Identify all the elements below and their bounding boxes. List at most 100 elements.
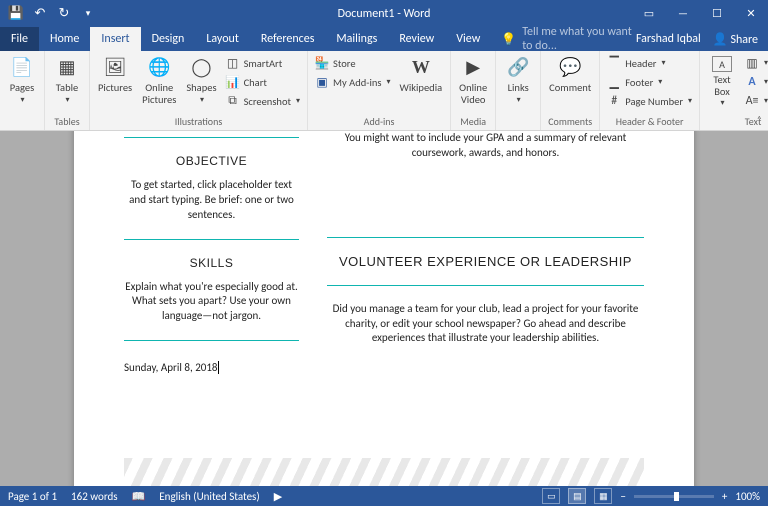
document-canvas[interactable]: OBJECTIVE To get started, click placehol… [0,131,768,486]
statusbar: Page 1 of 1 162 words 📖 English (United … [0,486,768,506]
collapse-ribbon-icon[interactable]: ˄ [757,113,762,126]
group-label: Tables [49,115,85,130]
footer-button[interactable]: ▁Footer▾ [604,73,695,91]
skills-heading[interactable]: SKILLS [124,256,299,270]
zoom-slider[interactable] [634,495,714,498]
minimize-icon[interactable]: — [666,0,700,27]
group-comments: 💬Comment Comments [541,51,600,130]
page-indicator[interactable]: Page 1 of 1 [8,490,57,503]
pictures-button[interactable]: 🖼Pictures [94,54,136,96]
store-button[interactable]: 🏪Store [312,54,393,72]
picture-icon: 🖼 [103,56,127,80]
zoom-in-icon[interactable]: + [722,490,727,503]
shapes-button[interactable]: ◯Shapes▾ [182,54,220,106]
page-number-button[interactable]: #Page Number▾ [604,92,695,110]
online-video-button[interactable]: ▶Online Video [455,54,491,107]
word-count[interactable]: 162 words [71,490,118,503]
group-label: Add-ins [312,115,446,130]
tab-review[interactable]: Review [388,27,445,51]
group-tables: ▦Table▾ Tables [45,51,90,130]
macro-icon[interactable]: ▶ [274,490,282,503]
tab-mailings[interactable]: Mailings [325,27,388,51]
window-controls: ▭ — ☐ ✕ [632,0,768,27]
divider [327,285,644,286]
wikipedia-button[interactable]: WWikipedia [396,54,447,96]
print-layout-icon[interactable]: ▤ [568,488,586,504]
left-column: OBJECTIVE To get started, click placehol… [124,131,299,486]
close-icon[interactable]: ✕ [734,0,768,27]
divider [124,137,299,138]
read-mode-icon[interactable]: ▭ [542,488,560,504]
date-field[interactable]: Sunday, April 8, 2018 [124,357,299,374]
wordart-icon: A [745,75,759,89]
dropcap-icon: A≡ [745,94,759,108]
online-pictures-button[interactable]: 🌐Online Pictures [138,54,180,107]
parts-icon: ▥ [745,56,759,70]
zoom-out-icon[interactable]: − [620,490,625,503]
tab-references[interactable]: References [250,27,326,51]
tab-home[interactable]: Home [39,27,90,51]
page-icon: 📄 [10,56,34,80]
share-button[interactable]: 👤 Share [713,32,758,47]
table-button[interactable]: ▦Table▾ [49,54,85,106]
tab-file[interactable]: File [0,27,39,51]
tellme-search[interactable]: 💡 Tell me what you want to do... [491,27,636,51]
ribbon: 📄Pages▾ . ▦Table▾ Tables 🖼Pictures 🌐Onli… [0,51,768,131]
lightbulb-icon: 💡 [501,32,516,47]
group-pages: 📄Pages▾ . [0,51,45,130]
footer-icon: ▁ [607,75,621,89]
tab-layout[interactable]: Layout [195,27,250,51]
top-body[interactable]: You might want to include your GPA and a… [327,131,644,161]
link-icon: 🔗 [506,56,530,80]
qat-customize-icon[interactable]: ▾ [78,4,98,24]
drop-cap-button[interactable]: A≡▾ [742,92,768,110]
group-links: 🔗Links▾ . [496,51,541,130]
menubar: File Home Insert Design Layout Reference… [0,27,768,51]
page[interactable]: OBJECTIVE To get started, click placehol… [74,131,694,486]
comment-button[interactable]: 💬Comment [545,54,595,96]
tab-view[interactable]: View [445,27,491,51]
links-button[interactable]: 🔗Links▾ [500,54,536,106]
comment-icon: 💬 [558,56,582,80]
screenshot-button[interactable]: ⧉Screenshot▾ [223,92,303,110]
textbox-icon: A [712,56,732,72]
quick-access-toolbar: 💾 ↶ ↻ ▾ [0,4,98,24]
group-illustrations: 🖼Pictures 🌐Online Pictures ◯Shapes▾ ◫Sma… [90,51,308,130]
quick-parts-button[interactable]: ▥▾ [742,54,768,72]
chart-button[interactable]: 📊Chart [223,73,303,91]
objective-body[interactable]: To get started, click placeholder text a… [124,178,299,223]
divider [124,239,299,240]
user-name[interactable]: Farshad Iqbal [636,32,701,46]
text-box-button[interactable]: AText Box▾ [704,54,740,110]
screenshot-icon: ⧉ [226,94,240,108]
volunteer-heading[interactable]: VOLUNTEER EXPERIENCE OR LEADERSHIP [327,254,644,269]
my-addins-button[interactable]: ▣My Add-ins▾ [312,73,393,91]
tab-insert[interactable]: Insert [90,27,140,51]
ribbon-options-icon[interactable]: ▭ [632,0,666,27]
video-icon: ▶ [461,56,485,80]
wordart-button[interactable]: A▾ [742,73,768,91]
group-header-footer: ▔Header▾ ▁Footer▾ #Page Number▾ Header &… [600,51,700,130]
spellcheck-icon[interactable]: 📖 [132,490,146,503]
header-button[interactable]: ▔Header▾ [604,54,695,72]
group-label: Comments [545,115,595,130]
smartart-button[interactable]: ◫SmartArt [223,54,303,72]
maximize-icon[interactable]: ☐ [700,0,734,27]
skills-body[interactable]: Explain what you're especially good at. … [124,280,299,325]
pages-button[interactable]: 📄Pages▾ [4,54,40,106]
shapes-icon: ◯ [189,56,213,80]
right-column: You might want to include your GPA and a… [327,131,644,486]
undo-icon[interactable]: ↶ [30,4,50,24]
tab-design[interactable]: Design [141,27,196,51]
volunteer-body[interactable]: Did you manage a team for your club, lea… [327,302,644,347]
decorative-pattern [124,458,644,486]
addin-icon: ▣ [315,75,329,89]
header-icon: ▔ [607,56,621,70]
save-icon[interactable]: 💾 [6,4,26,24]
redo-icon[interactable]: ↻ [54,4,74,24]
language-indicator[interactable]: English (United States) [159,490,259,503]
zoom-level[interactable]: 100% [735,490,760,503]
web-layout-icon[interactable]: ▦ [594,488,612,504]
store-icon: 🏪 [315,56,329,70]
objective-heading[interactable]: OBJECTIVE [124,154,299,168]
